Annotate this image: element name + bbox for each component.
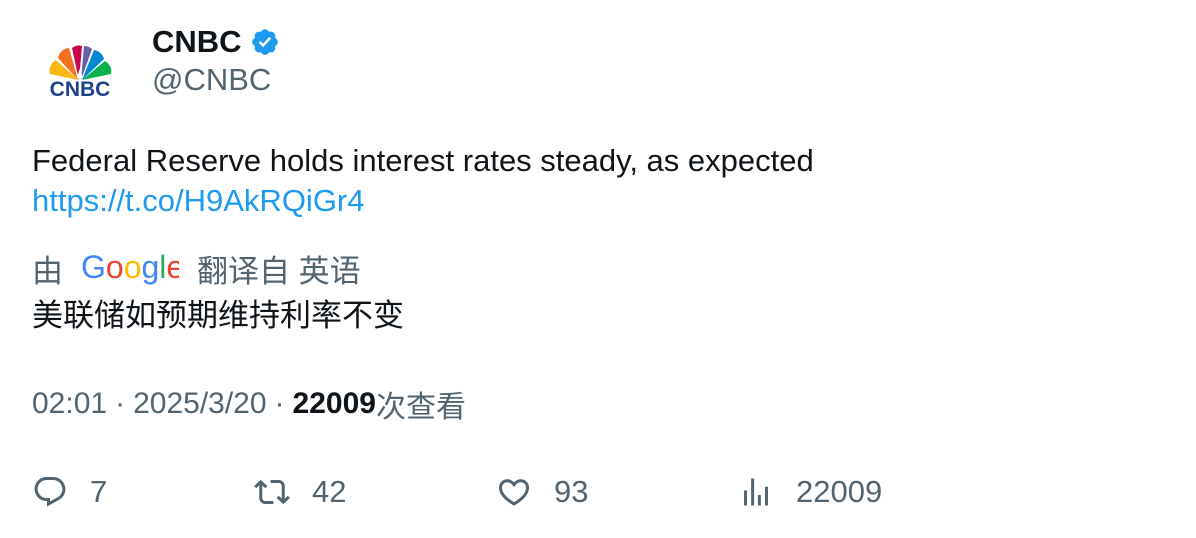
author-display-name[interactable]: CNBC xyxy=(152,24,242,60)
translated-text: 美联储如预期维持利率不变 xyxy=(32,298,404,333)
translation-suffix[interactable]: 翻译自 英语 xyxy=(197,246,361,291)
meta-separator: · xyxy=(274,387,285,420)
retweet-icon xyxy=(254,479,290,505)
avatar[interactable]: CNBC xyxy=(32,28,128,124)
views-button[interactable]: 22009 xyxy=(738,470,882,514)
analytics-icon xyxy=(744,478,768,506)
views-label: 次查看 xyxy=(375,391,466,424)
translation-prefix: 由 xyxy=(32,253,63,289)
reply-count: 7 xyxy=(90,474,108,509)
tweet-link[interactable]: https://t.co/H9AkRQiGr4 xyxy=(32,181,365,221)
author-handle[interactable]: @CNBC xyxy=(152,62,271,98)
like-count: 93 xyxy=(554,474,589,509)
meta-separator: · xyxy=(115,387,126,420)
retweet-count: 42 xyxy=(312,474,347,509)
like-button[interactable]: 93 xyxy=(496,470,588,514)
avatar-logo-text: CNBC xyxy=(50,78,111,101)
tweet-meta: 02:01 · 2025/3/20 · 22009 次查看 xyxy=(32,384,466,424)
google-logo-icon[interactable]: Google xyxy=(81,250,179,286)
tweet-date[interactable]: 2025/3/20 xyxy=(133,387,266,421)
cnbc-peacock-logo-icon: CNBC xyxy=(49,45,112,101)
reply-icon xyxy=(34,477,66,507)
tweet-time[interactable]: 02:01 xyxy=(32,387,107,421)
reply-button[interactable]: 7 xyxy=(32,470,107,514)
verified-badge-icon[interactable] xyxy=(250,27,280,57)
tweet-body: Federal Reserve holds interest rates ste… xyxy=(32,143,814,178)
tweet-text: Federal Reserve holds interest rates ste… xyxy=(32,141,1162,221)
author-name-row: CNBC xyxy=(152,22,280,62)
translation-attribution: 由 Google 翻译自 英语 xyxy=(32,246,361,290)
svg-text:Google: Google xyxy=(81,250,179,285)
retweet-button[interactable]: 42 xyxy=(254,470,346,514)
views-action-count: 22009 xyxy=(796,474,883,509)
views-count: 22009 xyxy=(292,387,376,420)
heart-icon xyxy=(498,479,530,506)
